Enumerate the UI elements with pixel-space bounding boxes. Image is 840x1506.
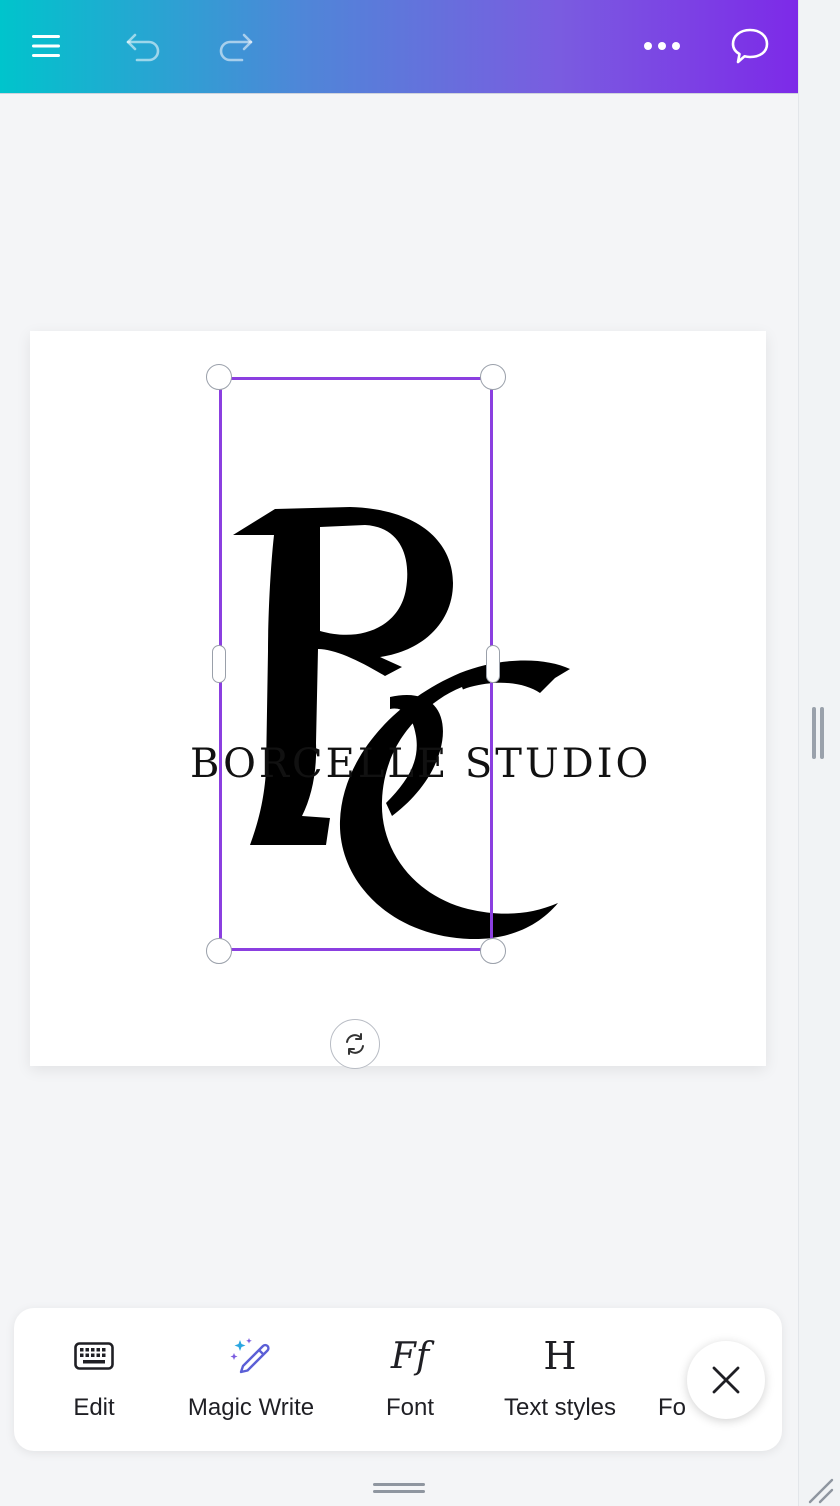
comment-bubble-icon [731, 28, 769, 64]
hamburger-menu-icon [32, 35, 60, 57]
text-styles-glyph: H [543, 1334, 577, 1378]
tool-font[interactable]: Ff Font [370, 1308, 450, 1451]
close-toolbar-button[interactable] [687, 1341, 765, 1419]
comment-button[interactable] [724, 20, 776, 72]
tool-magic-write-label: Magic Write [187, 1394, 315, 1421]
text-styles-icon: H [543, 1334, 577, 1378]
resize-handle-top-right[interactable] [480, 364, 506, 390]
window-resize-grip-icon[interactable] [806, 1476, 834, 1504]
more-dots-icon [644, 42, 680, 50]
redo-icon [219, 33, 253, 62]
menu-button[interactable] [20, 20, 72, 72]
redo-button[interactable] [210, 20, 262, 72]
font-glyph: Ff [390, 1335, 430, 1377]
resize-handle-left[interactable] [212, 645, 226, 683]
top-bar [0, 0, 798, 94]
bottom-drag-handle[interactable] [373, 1483, 425, 1497]
resize-handle-right[interactable] [486, 645, 500, 683]
resize-handle-bottom-right[interactable] [480, 938, 506, 964]
more-options-button[interactable] [636, 20, 688, 72]
tool-edit[interactable]: Edit [54, 1308, 134, 1451]
resize-handle-bottom-left[interactable] [206, 938, 232, 964]
undo-button[interactable] [117, 20, 169, 72]
tool-magic-write[interactable]: Magic Write [176, 1308, 326, 1451]
undo-icon [126, 33, 160, 62]
tool-more-partial-label: Fo [658, 1394, 687, 1421]
tool-edit-label: Edit [73, 1394, 115, 1421]
bc-monogram-logo[interactable] [30, 331, 766, 1066]
rotate-button[interactable] [330, 1019, 380, 1069]
tool-text-styles-label: Text styles [503, 1394, 617, 1421]
magic-pen-icon [230, 1338, 270, 1374]
logo-text[interactable]: BORCELLE STUDIO [190, 739, 648, 789]
resize-handle-top-left[interactable] [206, 364, 232, 390]
tool-text-styles[interactable]: H Text styles [492, 1308, 628, 1451]
rotate-icon [346, 1033, 364, 1055]
design-canvas[interactable]: BORCELLE STUDIO [30, 331, 766, 1066]
side-panel-drag-handle[interactable] [812, 707, 826, 759]
text-toolbar: Edit Magic Write Ff Font H Text styles F… [14, 1308, 782, 1451]
tool-font-label: Font [385, 1394, 435, 1421]
keyboard-icon [74, 1342, 114, 1370]
close-icon [712, 1366, 740, 1394]
font-icon: Ff [390, 1335, 430, 1377]
canva-editor: BORCELLE STUDIO Edit Magic Write Ff Font… [0, 0, 798, 1506]
